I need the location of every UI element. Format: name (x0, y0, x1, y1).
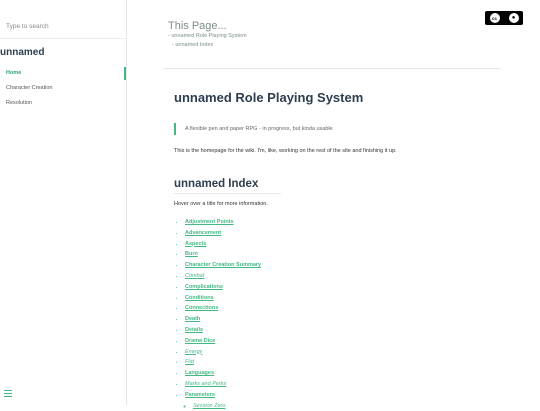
index-link[interactable]: Fiat (185, 359, 194, 365)
intro-paragraph: This is the homepage for the wiki. I'm, … (174, 148, 397, 154)
sidebar: Type to search unnamed Home Character Cr… (0, 0, 127, 405)
site-brand[interactable]: unnamed (0, 47, 44, 58)
index-link[interactable]: Marks and Perks (185, 381, 226, 387)
sidebar-item-character-creation[interactable]: Character Creation (0, 81, 126, 96)
page-title: unnamed Role Playing System (174, 90, 364, 105)
toc-title: This Page... (168, 20, 227, 32)
sidebar-nav: Home Character Creation Resolution (0, 66, 126, 111)
list-item: Combat (185, 271, 500, 282)
index-link[interactable]: Details (185, 327, 203, 333)
tagline: A flexible pen and paper RPG - in progre… (174, 123, 500, 135)
menu-icon[interactable] (4, 390, 12, 399)
toc-link-system[interactable]: - unnamed Role Playing System (168, 32, 247, 41)
sub-list: Session Zero (185, 401, 500, 411)
index-link[interactable]: Burn (185, 251, 198, 257)
index-link[interactable]: Aspects (185, 241, 206, 247)
toc-link-index[interactable]: - unnamed Index (168, 41, 247, 50)
index-link[interactable]: Adjustment Points (185, 219, 234, 225)
license-badge[interactable]: cc ● (485, 11, 523, 25)
list-item: Burn (185, 249, 500, 260)
page-toc: This Page... - unnamed Role Playing Syst… (168, 20, 247, 50)
list-item: Conditions (185, 293, 500, 304)
sidebar-item-resolution[interactable]: Resolution (0, 96, 126, 111)
index-hint: Hover over a title for more information. (174, 201, 268, 207)
list-item: Details (185, 325, 500, 336)
index-link[interactable]: Complications (185, 284, 223, 290)
header-divider (163, 68, 501, 69)
cc-icon: cc (489, 13, 500, 23)
list-item: Marks and Perks (185, 379, 500, 390)
sidebar-item-home[interactable]: Home (0, 66, 126, 81)
search-input[interactable]: Type to search (6, 23, 49, 30)
index-link[interactable]: Combat (185, 273, 204, 279)
list-item: Death (185, 314, 500, 325)
main-content: unnamed Role Playing System A flexible p… (174, 90, 500, 411)
divider (0, 38, 126, 39)
heading-underline (174, 193, 281, 194)
index-link[interactable]: Languages (185, 370, 214, 376)
list-item: Drama Dice (185, 336, 500, 347)
list-item: Adjustment Points (185, 217, 500, 228)
list-item: Aspects (185, 239, 500, 250)
index-heading: unnamed Index (174, 178, 259, 190)
list-item: Session Zero (193, 401, 500, 411)
by-icon: ● (508, 13, 519, 23)
index-link[interactable]: Advancement (185, 230, 221, 236)
list-item: Advancement (185, 228, 500, 239)
index-link[interactable]: Session Zero (193, 403, 225, 409)
list-item: Parameters Session Zero (185, 390, 500, 411)
list-item: Connections (185, 303, 500, 314)
list-item: Energy (185, 347, 500, 358)
index-link[interactable]: Character Creation Summary (185, 262, 261, 268)
index-link[interactable]: Energy (185, 349, 202, 355)
list-item: Fiat (185, 357, 500, 368)
index-list: Adjustment Points Advancement Aspects Bu… (174, 217, 500, 411)
list-item: Complications (185, 282, 500, 293)
index-link[interactable]: Death (185, 316, 200, 322)
list-item: Character Creation Summary (185, 260, 500, 271)
list-item: Languages (185, 368, 500, 379)
index-link[interactable]: Conditions (185, 295, 214, 301)
index-link[interactable]: Drama Dice (185, 338, 215, 344)
index-link[interactable]: Parameters (185, 392, 215, 398)
index-link[interactable]: Connections (185, 305, 218, 311)
